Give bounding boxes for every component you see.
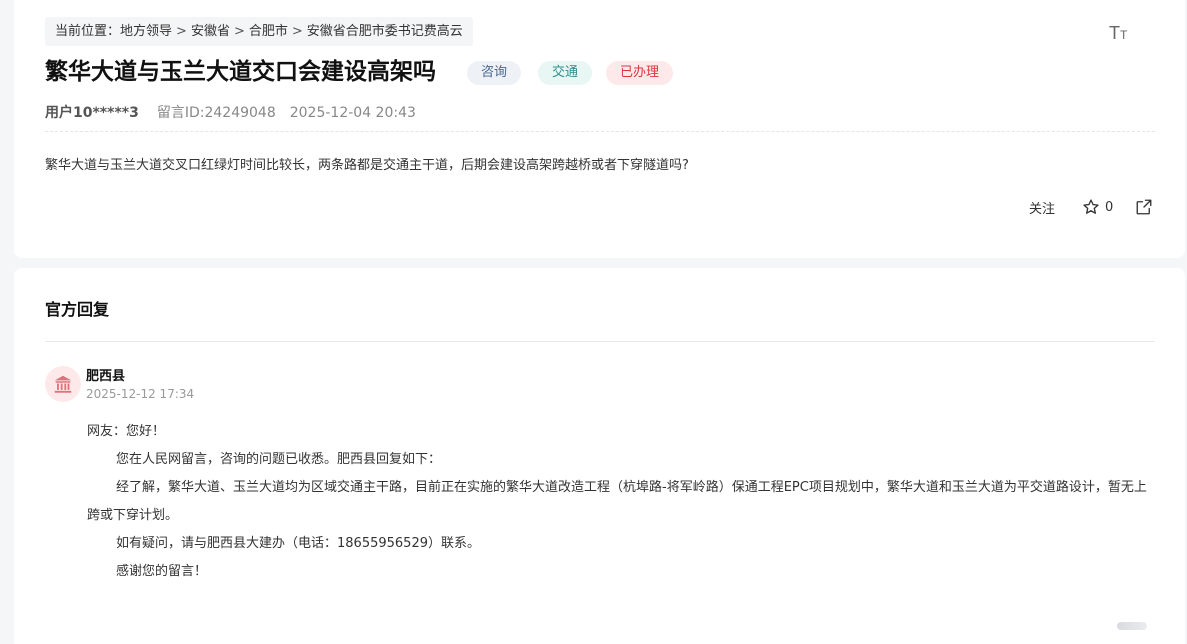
favorite-button[interactable]: 0 bbox=[1082, 196, 1113, 218]
scroll-indicator bbox=[1117, 622, 1147, 630]
breadcrumb-separator: > bbox=[233, 24, 245, 39]
share-button[interactable] bbox=[1135, 196, 1153, 218]
page-title: 繁华大道与玉兰大道交口会建设高架吗 bbox=[45, 59, 436, 85]
favorite-count: 0 bbox=[1105, 199, 1114, 215]
government-building-icon bbox=[54, 375, 72, 393]
status-badge: 已办理 bbox=[606, 61, 674, 85]
reply-paragraph: 经了解，繁华大道、玉兰大道均为区域交通主干路，目前正在实施的繁华大道改造工程（杭… bbox=[87, 480, 1147, 523]
share-icon bbox=[1136, 199, 1152, 215]
reply-org-name: 肥西县 bbox=[86, 369, 126, 384]
follow-button[interactable]: 关注 bbox=[1029, 196, 1055, 218]
reply-card: 官方回复 肥西县 2025-12-12 17:34 网友：您好！ 您在人民网留言… bbox=[14, 268, 1185, 644]
divider bbox=[45, 131, 1155, 132]
post-meta: 用户10*****3 留言ID:24249048 2025-12-04 20:43 bbox=[45, 103, 416, 123]
reply-section-title: 官方回复 bbox=[45, 300, 110, 319]
post-datetime: 2025-12-04 20:43 bbox=[289, 105, 416, 121]
reply-greeting: 网友：您好！ bbox=[87, 424, 166, 439]
breadcrumb-item-city[interactable]: 合肥市 bbox=[249, 24, 288, 39]
star-icon bbox=[1083, 199, 1099, 214]
reply-paragraph: 如有疑问，请与肥西县大建办（电话：18655956529）联系。 bbox=[116, 536, 480, 551]
breadcrumb-item-province[interactable]: 安徽省 bbox=[191, 24, 230, 39]
follow-label: 关注 bbox=[1029, 201, 1056, 217]
breadcrumb-prefix: 当前位置： bbox=[55, 24, 121, 39]
tag-traffic: 交通 bbox=[538, 61, 593, 85]
breadcrumb-item-leaders[interactable]: 地方领导 bbox=[120, 24, 172, 39]
font-size-icon[interactable]: TT bbox=[1109, 24, 1131, 42]
breadcrumb-item-leader[interactable]: 安徽省合肥市委书记费高云 bbox=[307, 24, 463, 39]
post-user: 用户10*****3 bbox=[45, 105, 139, 121]
message-id: 留言ID:24249048 bbox=[156, 105, 276, 121]
divider bbox=[45, 341, 1155, 342]
question-content: 繁华大道与玉兰大道交叉口红绿灯时间比较长，两条路都是交通主干道，后期会建设高架跨… bbox=[45, 158, 689, 173]
reply-body: 网友：您好！ 您在人民网留言，咨询的问题已收悉。肥西县回复如下： 经了解，繁华大… bbox=[87, 418, 1157, 586]
breadcrumb-separator: > bbox=[291, 24, 303, 39]
reply-paragraph: 您在人民网留言，咨询的问题已收悉。肥西县回复如下： bbox=[116, 452, 442, 467]
reply-paragraph: 感谢您的留言！ bbox=[116, 564, 208, 579]
breadcrumb: 当前位置：地方领导 > 安徽省 > 合肥市 > 安徽省合肥市委书记费高云 bbox=[45, 17, 473, 46]
tag-consult: 咨询 bbox=[467, 61, 522, 85]
message-card: 当前位置：地方领导 > 安徽省 > 合肥市 > 安徽省合肥市委书记费高云 TT 繁华大道与玉… bbox=[14, 0, 1185, 258]
breadcrumb-separator: > bbox=[176, 24, 187, 39]
reply-datetime: 2025-12-12 17:34 bbox=[86, 387, 195, 401]
avatar bbox=[45, 366, 81, 402]
